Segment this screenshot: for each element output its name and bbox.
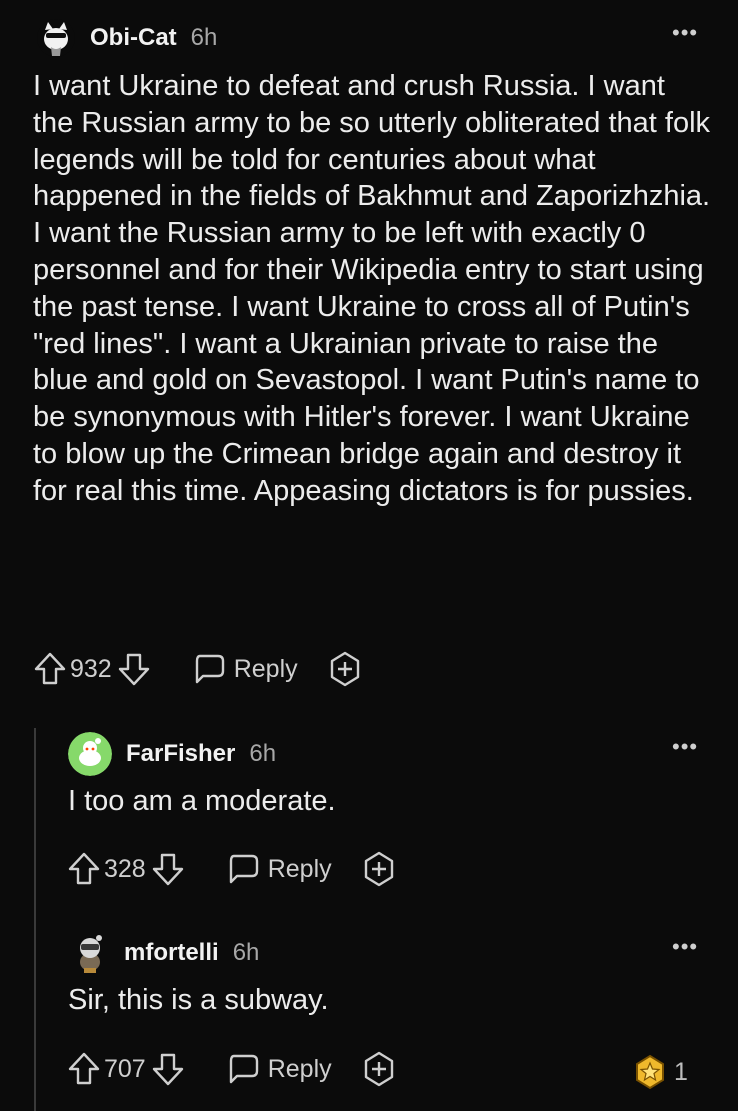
reply-label: Reply <box>267 854 332 883</box>
timestamp: 6h <box>190 24 218 51</box>
comment-body: Sir, this is a subway. <box>68 984 329 1016</box>
award-count: 1 <box>674 1057 688 1086</box>
comment-header: mfortelli 6h <box>70 932 259 974</box>
comment-actions: 707 Reply <box>68 1049 396 1089</box>
username[interactable]: FarFisher <box>126 740 235 768</box>
reply-label: Reply <box>267 1054 332 1083</box>
reply-button[interactable]: Reply <box>192 653 298 685</box>
avatar[interactable] <box>68 732 112 776</box>
upvote-icon[interactable] <box>68 852 100 886</box>
comment-header: FarFisher 6h <box>68 732 276 776</box>
award-display[interactable]: 1 <box>634 1052 688 1092</box>
cat-avatar-icon <box>37 19 75 57</box>
more-icon[interactable]: ••• <box>672 736 698 758</box>
award-plus-icon[interactable] <box>362 851 396 887</box>
comment-body: I too am a moderate. <box>68 785 336 817</box>
username[interactable]: Obi-Cat <box>90 24 177 52</box>
timestamp: 6h <box>249 740 277 767</box>
award-plus-icon[interactable] <box>362 1051 396 1087</box>
upvote-icon[interactable] <box>34 652 66 686</box>
timestamp: 6h <box>232 939 260 966</box>
comment-actions: 932 Reply <box>34 649 362 689</box>
avatar[interactable] <box>36 18 76 58</box>
comment-header: Obi-Cat 6h <box>36 18 217 58</box>
vote-count: 707 <box>104 1054 146 1083</box>
comment-actions: 328 Reply <box>68 849 396 889</box>
more-icon[interactable]: ••• <box>672 936 698 958</box>
downvote-icon[interactable] <box>152 852 184 886</box>
reply-label: Reply <box>233 654 298 683</box>
thread-line[interactable] <box>34 728 36 1111</box>
upvote-icon[interactable] <box>68 1052 100 1086</box>
speech-bubble-icon <box>229 854 258 884</box>
speech-bubble-icon <box>229 1054 258 1084</box>
vote-count: 932 <box>70 654 112 683</box>
downvote-icon[interactable] <box>118 652 150 686</box>
downvote-icon[interactable] <box>152 1052 184 1086</box>
username[interactable]: mfortelli <box>124 939 219 967</box>
snoo-avatar-icon <box>80 935 102 973</box>
award-icon <box>634 1054 666 1090</box>
more-icon[interactable]: ••• <box>672 22 698 44</box>
comment-body: I want Ukraine to defeat and crush Russi… <box>33 70 711 507</box>
avatar[interactable] <box>70 932 110 974</box>
speech-bubble-icon <box>195 654 224 684</box>
reply-button[interactable]: Reply <box>226 853 332 885</box>
vote-count: 328 <box>104 854 146 883</box>
reply-button[interactable]: Reply <box>226 1053 332 1085</box>
snoo-avatar-icon <box>68 732 112 776</box>
award-plus-icon[interactable] <box>328 651 362 687</box>
